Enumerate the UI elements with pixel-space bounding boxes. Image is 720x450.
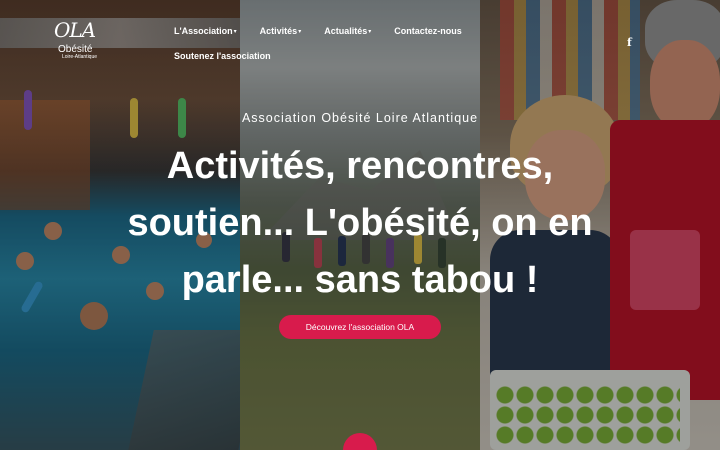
main-nav: L'Association ▾ Activités ▾ Actualités ▾ Co…	[174, 24, 474, 63]
logo-mark: OLA	[54, 18, 96, 42]
nav-item-label: L'Association	[174, 26, 233, 36]
nav-item-activites[interactable]: Activités ▾	[260, 24, 302, 38]
site-logo[interactable]: OLA Obésité Loire-Atlantique	[50, 18, 106, 62]
chevron-down-icon: ▾	[233, 28, 237, 35]
hero-eyebrow: Association Obésité Loire Atlantique	[241, 111, 479, 125]
logo-subtext: Loire-Atlantique	[62, 54, 98, 60]
nav-item-soutenez[interactable]: Soutenez l'association	[174, 49, 271, 63]
nav-item-label: Contactez-nous	[394, 26, 462, 36]
headline-line: parle... sans tabou !	[181, 259, 539, 301]
headline-line: soutien... L'obésité, on en	[127, 202, 593, 244]
nav-item-actualites[interactable]: Actualités ▾	[324, 24, 371, 38]
nav-item-association[interactable]: L'Association ▾	[174, 24, 237, 38]
nav-item-contact[interactable]: Contactez-nous	[394, 24, 462, 38]
nav-row: Soutenez l'association	[174, 49, 474, 63]
hero-headline: Activités, rencontres, soutien... L'obés…	[70, 138, 650, 309]
facebook-icon[interactable]: f	[627, 36, 632, 49]
nav-item-label: Activités	[259, 26, 298, 36]
nav-item-label: Soutenez l'association	[174, 51, 271, 61]
chevron-down-icon: ▾	[368, 28, 372, 35]
nav-row: L'Association ▾ Activités ▾ Actualités ▾ Co…	[174, 24, 474, 38]
discover-association-button[interactable]: Découvrez l'association OLA	[279, 315, 441, 339]
headline-line: Activités, rencontres,	[166, 145, 554, 187]
chevron-down-icon: ▾	[298, 28, 302, 35]
nav-item-label: Actualités	[324, 26, 368, 36]
hero-section: OLA Obésité Loire-Atlantique L'Associati…	[0, 0, 720, 450]
